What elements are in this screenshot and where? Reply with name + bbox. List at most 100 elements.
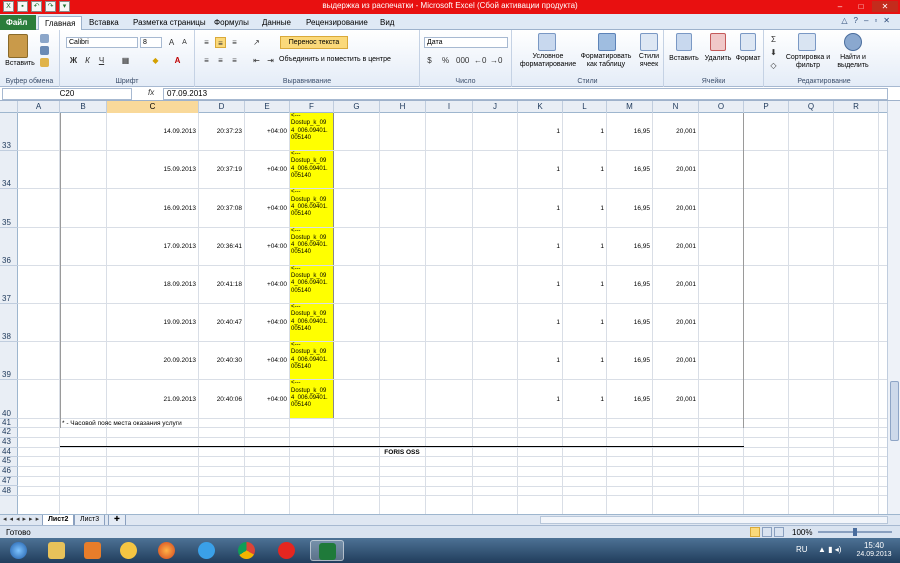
tab-page-layout[interactable]: Разметка страницы — [127, 16, 212, 30]
doc-minimize-icon[interactable]: – — [864, 16, 868, 25]
cell-l[interactable]: 1 — [565, 281, 604, 289]
cell-l[interactable]: 1 — [565, 357, 604, 365]
number-format-select[interactable]: Дата — [424, 37, 508, 48]
format-cells-icon[interactable] — [740, 33, 756, 51]
delete-cells-button[interactable]: Удалить — [700, 55, 736, 63]
indent-decrease-icon[interactable]: ⇤ — [251, 55, 262, 66]
firefox-icon[interactable] — [150, 540, 184, 561]
excel-taskbar-icon[interactable] — [310, 540, 344, 561]
yandex-browser-icon[interactable] — [270, 540, 304, 561]
tab-file[interactable]: Файл — [0, 15, 36, 30]
clear-icon[interactable]: ◇ — [768, 60, 779, 71]
media-player-icon[interactable] — [76, 540, 110, 561]
cell-highlighted-service[interactable]: <--- Dostup_k_09 4_006.09401. 005140 — [290, 151, 334, 189]
doc-restore-icon[interactable]: ▫ — [874, 16, 877, 25]
cell-highlighted-service[interactable]: <--- Dostup_k_09 4_006.09401. 005140 — [290, 342, 334, 380]
page-layout-view-icon[interactable] — [762, 527, 772, 537]
cell-date[interactable]: 19.09.2013 — [109, 319, 196, 327]
cell-l[interactable]: 1 — [565, 128, 604, 136]
cell-l[interactable]: 1 — [565, 243, 604, 251]
borders-icon[interactable]: ▦ — [120, 55, 131, 66]
clock-date[interactable]: 24.09.2013 — [852, 551, 896, 558]
zoom-level[interactable]: 100% — [792, 528, 812, 537]
cell-styles-icon[interactable] — [640, 33, 658, 51]
cell-date[interactable]: 17.09.2013 — [109, 243, 196, 251]
cell-highlighted-service[interactable]: <--- Dostup_k_09 4_006.09401. 005140 — [290, 227, 334, 265]
column-header-r[interactable]: R — [834, 101, 879, 113]
cell-timezone[interactable]: +04:00 — [247, 319, 287, 327]
tab-data[interactable]: Данные — [256, 16, 297, 30]
row-header[interactable]: 39 — [0, 342, 18, 381]
autosum-icon[interactable]: Σ — [768, 34, 779, 45]
cell-highlighted-service[interactable]: <--- Dostup_k_09 4_006.09401. 005140 — [290, 304, 334, 342]
cell-n[interactable]: 20,001 — [655, 243, 696, 251]
vertical-scrollbar[interactable] — [887, 101, 900, 514]
clock-time[interactable]: 15:40 — [852, 541, 896, 550]
find-select-icon[interactable] — [844, 33, 862, 51]
cell-n[interactable]: 20,001 — [655, 396, 696, 404]
merge-center-button[interactable]: Объединить и поместить в центре — [279, 56, 419, 64]
column-header-d[interactable]: D — [199, 101, 245, 113]
minimize-ribbon-icon[interactable]: △ — [841, 16, 847, 25]
language-indicator[interactable]: RU — [796, 545, 808, 554]
cell-k[interactable]: 1 — [520, 128, 560, 136]
fx-icon[interactable]: fx — [148, 88, 154, 97]
page-break-view-icon[interactable] — [774, 527, 784, 537]
zoom-slider[interactable] — [818, 528, 892, 536]
cell-m[interactable]: 16,95 — [609, 166, 650, 174]
decrease-decimal-icon[interactable]: →0 — [490, 55, 502, 66]
sort-filter-button[interactable]: Сортировка и фильтр — [784, 54, 832, 70]
column-header-g[interactable]: G — [334, 101, 380, 113]
row-header[interactable]: 36 — [0, 228, 18, 266]
cell-m[interactable]: 16,95 — [609, 243, 650, 251]
underline-button[interactable]: Ч — [96, 55, 107, 66]
insert-cells-icon[interactable] — [676, 33, 692, 51]
find-select-button[interactable]: Найти и выделить — [832, 54, 874, 70]
cell-l[interactable]: 1 — [565, 166, 604, 174]
column-header-a[interactable]: A — [18, 101, 60, 113]
footer-title[interactable]: FORIS OSS — [60, 449, 744, 457]
paste-icon[interactable] — [8, 34, 28, 58]
row-header[interactable]: 35 — [0, 189, 18, 228]
column-header-c[interactable]: C — [107, 101, 199, 113]
wrap-text-button[interactable]: Перенос текста — [280, 36, 348, 49]
mail-agent-icon[interactable] — [112, 540, 146, 561]
format-cells-button[interactable]: Формат — [732, 55, 764, 63]
column-header-o[interactable]: O — [699, 101, 744, 113]
fill-icon[interactable]: ⬇ — [768, 47, 779, 58]
cell-n[interactable]: 20,001 — [655, 128, 696, 136]
tab-insert[interactable]: Вставка — [83, 16, 125, 30]
column-header-f[interactable]: F — [290, 101, 334, 113]
cell-k[interactable]: 1 — [520, 281, 560, 289]
cell-n[interactable]: 20,001 — [655, 281, 696, 289]
scroll-thumb[interactable] — [890, 381, 899, 441]
zoom-slider-thumb[interactable] — [853, 528, 857, 536]
align-bottom-icon[interactable]: ≡ — [229, 37, 240, 48]
cell-k[interactable]: 1 — [520, 319, 560, 327]
indent-increase-icon[interactable]: ⇥ — [265, 55, 276, 66]
cell-time[interactable]: 20:37:19 — [201, 166, 242, 174]
cell-m[interactable]: 16,95 — [609, 357, 650, 365]
cell-date[interactable]: 20.09.2013 — [109, 357, 196, 365]
conditional-format-icon[interactable] — [538, 33, 556, 51]
close-icon[interactable]: ✕ — [872, 1, 898, 12]
column-header-e[interactable]: E — [245, 101, 290, 113]
row-header[interactable]: 33 — [0, 113, 18, 152]
cell-highlighted-service[interactable]: <--- Dostup_k_09 4_006.09401. 005140 — [290, 265, 334, 303]
column-header-l[interactable]: L — [563, 101, 607, 113]
cell-m[interactable]: 16,95 — [609, 319, 650, 327]
minimize-icon[interactable]: – — [830, 1, 850, 12]
orientation-icon[interactable]: ↗ — [251, 37, 262, 48]
cell-time[interactable]: 20:37:08 — [201, 205, 242, 213]
footnote-text[interactable]: * - Часовой пояс места оказания услуги — [62, 420, 182, 428]
cell-time[interactable]: 20:40:06 — [201, 396, 242, 404]
cell-m[interactable]: 16,95 — [609, 396, 650, 404]
conditional-format-button[interactable]: Условное форматирование — [516, 53, 580, 69]
column-header-b[interactable]: B — [60, 101, 107, 113]
doc-close-icon[interactable]: ✕ — [883, 16, 890, 25]
align-left-icon[interactable]: ≡ — [201, 55, 212, 66]
cell-timezone[interactable]: +04:00 — [247, 205, 287, 213]
horizontal-scrollbar[interactable] — [540, 516, 888, 524]
normal-view-icon[interactable] — [750, 527, 760, 537]
cell-highlighted-service[interactable]: <--- Dostup_k_09 4_006.09401. 005140 — [290, 113, 334, 151]
